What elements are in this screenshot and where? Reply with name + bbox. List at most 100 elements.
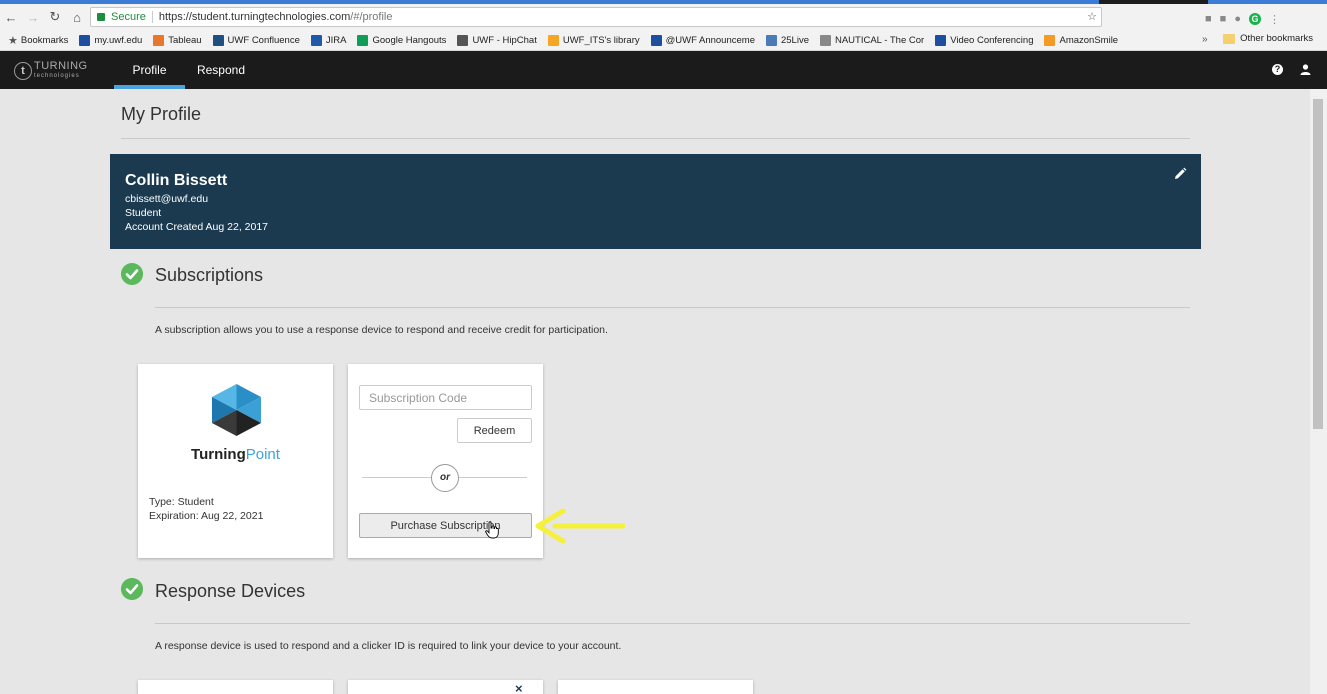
forward-icon[interactable]: → (22, 6, 44, 28)
bookmarks-overflow-icon[interactable]: » (1202, 34, 1208, 45)
back-icon[interactable]: ← (0, 6, 22, 28)
hangouts-icon (357, 34, 369, 46)
devices-description: A response device is used to respond and… (155, 640, 622, 652)
redeem-card: Redeem or Purchase Subscription (348, 364, 543, 558)
or-badge: or (431, 464, 459, 492)
other-bookmarks-label: Other bookmarks (1240, 33, 1313, 44)
extension-area: ■ ■ ● G ⋮ (1205, 8, 1280, 30)
folder-icon (1223, 33, 1236, 44)
bookmark-item[interactable]: Bookmarks (21, 35, 69, 46)
devices-check-icon (121, 578, 143, 600)
page-icon (819, 34, 831, 46)
uwf-icon (79, 34, 91, 46)
bookmark-item[interactable]: @UWF Announceme (650, 34, 755, 46)
bookmark-label: Tableau (168, 34, 202, 46)
extension-icon[interactable]: ■ (1220, 13, 1227, 25)
pencil-icon[interactable] (1173, 167, 1187, 181)
purchase-subscription-button[interactable]: Purchase Subscription (359, 513, 532, 538)
profile-created: Account Created Aug 22, 2017 (125, 221, 269, 233)
bookmark-list: Bookmarks my.uwf.edu Tableau UWF Confluence… (21, 34, 1129, 46)
bookmark-item[interactable]: Google Hangouts (357, 34, 447, 46)
bookmark-label: my.uwf.edu (94, 34, 143, 46)
bookmark-item[interactable]: 25Live (765, 34, 809, 46)
lock-icon (97, 13, 105, 21)
bookmark-item[interactable]: Video Conferencing (935, 34, 1034, 46)
url-text: https://student.turningtechnologies.com/… (159, 11, 393, 23)
turning-logo-icon: t (14, 62, 32, 80)
user-icon[interactable] (1300, 64, 1311, 75)
highlight-arrow-icon (535, 508, 625, 544)
profile-role: Student (125, 207, 162, 219)
bookmark-label: UWF - HipChat (472, 34, 537, 46)
profile-name: Collin Bissett (125, 172, 228, 189)
jira-icon (310, 34, 322, 46)
turning-logo[interactable]: t TURNING technologies (14, 61, 88, 81)
amazon-icon (1044, 34, 1056, 46)
subscriptions-check-icon (121, 263, 143, 285)
devices-title: Response Devices (155, 581, 306, 601)
home-icon[interactable]: ⌂ (66, 6, 88, 28)
confluence-icon (212, 34, 224, 46)
video-icon (935, 34, 947, 46)
bookmark-star-icon[interactable]: ☆ (1087, 10, 1097, 23)
secure-label: Secure (111, 11, 146, 23)
tab-profile[interactable]: Profile (114, 51, 185, 89)
subscription-type: Type: Student (149, 496, 214, 508)
bookmark-item[interactable]: JIRA (310, 34, 347, 46)
bookmark-item[interactable]: my.uwf.edu (79, 34, 143, 46)
star-icon: ★ (8, 34, 18, 47)
subscription-code-input[interactable] (359, 385, 532, 410)
logo-subtext: technologies (34, 73, 80, 79)
help-icon[interactable]: ? (1272, 64, 1283, 75)
hand-cursor-icon (485, 521, 499, 539)
bookmark-item[interactable]: Tableau (153, 34, 202, 46)
device-card: × (348, 680, 543, 694)
bookmark-item[interactable]: UWF_ITS's library (547, 34, 640, 46)
menu-kebab-icon[interactable]: ⋮ (1269, 13, 1280, 26)
subscription-card: TurningPoint Type: Student Expiration: A… (138, 364, 333, 558)
wordmark-bold: Turning (191, 446, 246, 463)
url-host: https://student.turningtechnologies.com (158, 11, 351, 23)
bookmark-label: @UWF Announceme (665, 34, 755, 46)
audio-icon[interactable]: ● (1234, 13, 1241, 25)
hipchat-icon (457, 34, 469, 46)
tab-respond[interactable]: Respond (185, 51, 257, 89)
devices-divider (155, 623, 1190, 624)
bookmark-label: Video Conferencing (950, 34, 1034, 46)
reload-icon[interactable]: ↻ (44, 6, 66, 28)
address-bar[interactable]: Secure https://student.turningtechnologi… (90, 7, 1102, 27)
app-navbar: t TURNING technologies Profile Respond ? (0, 51, 1327, 89)
turningpoint-logo-icon (212, 384, 261, 436)
title-divider (121, 138, 1190, 139)
bookmark-label: 25Live (780, 34, 809, 46)
scrollbar-thumb[interactable] (1313, 99, 1323, 429)
grammarly-icon[interactable]: G (1248, 13, 1261, 25)
wordmark-light: Point (245, 446, 280, 463)
bookmark-label: JIRA (325, 34, 347, 46)
device-card (558, 680, 753, 694)
extension-icon[interactable]: ■ (1205, 13, 1212, 25)
bookmark-item[interactable]: AmazonSmile (1044, 34, 1119, 46)
address-divider (151, 11, 153, 23)
close-icon[interactable]: × (515, 681, 523, 694)
bookmark-label: NAUTICAL - The Cor (834, 34, 925, 46)
other-bookmarks[interactable]: Other bookmarks (1223, 33, 1313, 44)
bookmark-label: UWF Confluence (227, 34, 300, 46)
25live-icon (765, 34, 777, 46)
redeem-button[interactable]: Redeem (457, 418, 532, 443)
subscriptions-divider (155, 307, 1190, 308)
library-icon (547, 34, 559, 46)
bookmark-label: AmazonSmile (1059, 34, 1119, 46)
subscriptions-title: Subscriptions (155, 265, 264, 285)
bookmark-item[interactable]: UWF Confluence (212, 34, 300, 46)
bookmark-item[interactable]: UWF - HipChat (457, 34, 537, 46)
profile-email: cbissett@uwf.edu (125, 193, 209, 205)
bookmark-label: Google Hangouts (372, 34, 447, 46)
subscription-expiration: Expiration: Aug 22, 2021 (149, 510, 264, 522)
bookmark-item[interactable]: NAUTICAL - The Cor (819, 34, 925, 46)
turningpoint-wordmark: TurningPoint (138, 446, 333, 463)
page-title: My Profile (121, 104, 202, 124)
url-path: /#/profile (350, 11, 393, 23)
bookmark-label: UWF_ITS's library (562, 34, 640, 46)
subscriptions-description: A subscription allows you to use a respo… (155, 324, 608, 336)
